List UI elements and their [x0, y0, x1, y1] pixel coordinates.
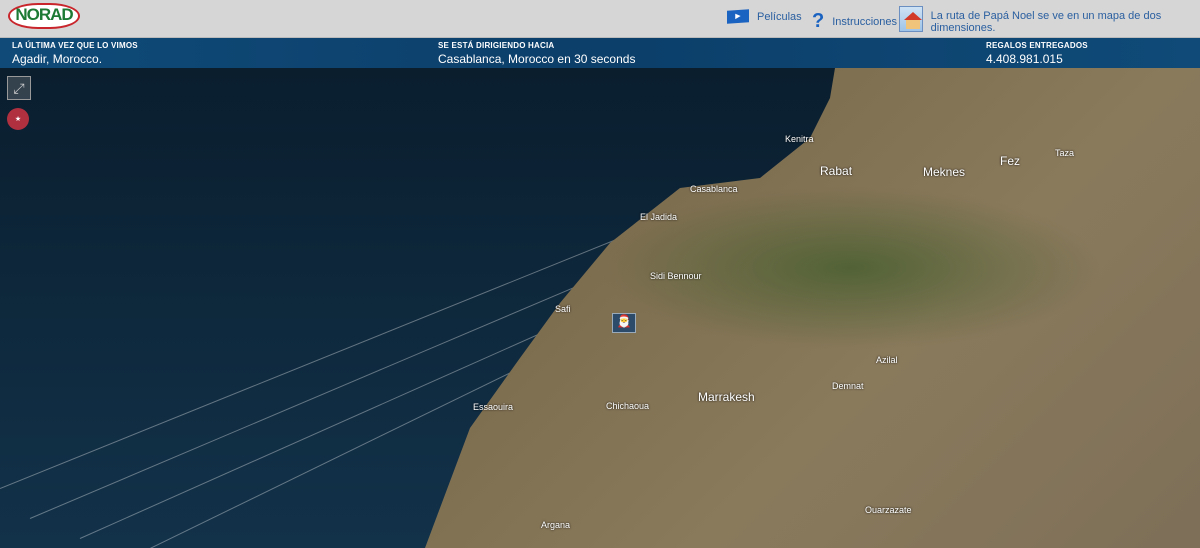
city-label: Kenitra — [785, 134, 814, 144]
help-icon: ? — [812, 10, 825, 32]
city-label: Fez — [1000, 154, 1021, 168]
top-bar: NORAD ▶ Películas ? Instrucciones La ruta … — [0, 0, 1200, 38]
movies-label: Películas — [757, 10, 802, 23]
city-label: Meknes — [923, 165, 966, 179]
norad-logo[interactable]: NORAD — [8, 3, 80, 29]
heading-label: SE ESTÁ DIRIGIENDO HACIA — [438, 41, 555, 50]
tracker-info-bar: LA ÚLTIMA VEZ QUE LO VIMOS Agadir, Morocc… — [0, 38, 1200, 68]
city-label: Marrakesh — [698, 390, 755, 404]
house-icon — [899, 6, 923, 32]
last-seen-label: LA ÚLTIMA VEZ QUE LO VIMOS — [12, 41, 138, 50]
instructions-link[interactable]: ? Instrucciones — [812, 10, 897, 33]
city-label: Casablanca — [690, 184, 738, 194]
track-mode-icon[interactable]: ★ — [7, 108, 29, 130]
video-icon: ▶ — [727, 9, 749, 24]
city-label: Essaouira — [473, 402, 514, 412]
city-label: Ouarzazate — [865, 505, 912, 515]
city-label: Sidi Bennour — [650, 271, 702, 281]
heading-to: SE ESTÁ DIRIGIENDO HACIA Casablanca, Moro… — [438, 41, 635, 66]
instructions-label: Instrucciones — [832, 15, 898, 28]
city-label: Safi — [555, 304, 571, 314]
vegetation — [0, 68, 1200, 548]
map-2d-label: La ruta de Papá Noel se ve en un mapa de… — [930, 10, 1162, 34]
heading-value: Casablanca, Morocco en 30 seconds — [438, 52, 636, 66]
last-seen-value: Agadir, Morocco. — [12, 52, 103, 66]
city-label: El Jadida — [640, 212, 678, 222]
map-2d-link[interactable]: La ruta de Papá Noel se ve en un mapa de… — [899, 6, 1200, 34]
city-label: Argana — [541, 520, 571, 530]
map-view[interactable]: Casablanca Rabat Meknes Fez Kenitra Marr… — [0, 68, 1200, 548]
santa-marker-icon[interactable]: 🎅 — [612, 313, 636, 333]
last-seen: LA ÚLTIMA VEZ QUE LO VIMOS Agadir, Morocc… — [12, 41, 138, 66]
gifts-delivered: REGALOS ENTREGADOS 4.408.981.015 — [986, 41, 1088, 66]
city-label: Azilal — [876, 355, 898, 365]
gifts-value: 4.408.981.015 — [986, 52, 1063, 66]
city-label: Taza — [1055, 148, 1075, 158]
gifts-label: REGALOS ENTREGADOS — [986, 41, 1088, 50]
fullscreen-icon[interactable]: ⤢ — [7, 76, 31, 100]
city-label: Rabat — [820, 164, 853, 178]
logo-text: NORAD — [15, 5, 73, 24]
city-label: Chichaoua — [606, 401, 650, 411]
city-label: Demnat — [832, 381, 864, 391]
movies-link[interactable]: ▶ Películas — [727, 9, 802, 24]
